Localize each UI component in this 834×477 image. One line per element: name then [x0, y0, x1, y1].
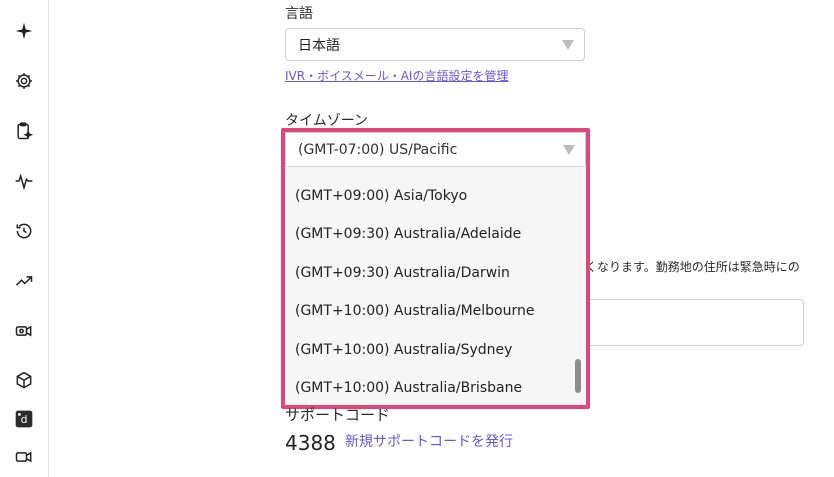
video-settings-icon[interactable]: [12, 319, 36, 343]
dropdown-scrollbar[interactable]: [575, 359, 581, 393]
chevron-down-icon: [562, 39, 574, 50]
address-input[interactable]: [586, 299, 804, 346]
language-select[interactable]: 日本語: [285, 28, 585, 61]
pulse-activity-icon[interactable]: [12, 169, 36, 193]
timezone-option[interactable]: (GMT+09:30) Australia/Adelaide: [295, 226, 521, 242]
timezone-select[interactable]: (GMT-07:00) US/Pacific: [285, 132, 586, 166]
timezone-selected-value: (GMT-07:00) US/Pacific: [298, 141, 458, 158]
trending-up-icon[interactable]: [12, 269, 36, 293]
clipboard-sparkle-icon[interactable]: [12, 119, 36, 143]
cube-icon[interactable]: [12, 369, 36, 393]
new-support-code-link[interactable]: 新規サポートコードを発行: [345, 431, 513, 451]
history-icon[interactable]: [12, 219, 36, 243]
language-label: 言語: [285, 6, 313, 22]
settings-gear-icon[interactable]: [12, 69, 36, 93]
manage-language-settings-link[interactable]: IVR・ボイスメール・AIの言語設定を管理: [285, 67, 508, 84]
timezone-option[interactable]: (GMT+10:00) Australia/Sydney: [295, 342, 512, 358]
timezone-option[interactable]: (GMT+10:00) Australia/Melbourne: [295, 303, 534, 319]
svg-text:d: d: [21, 413, 28, 426]
d-app-icon[interactable]: d: [12, 407, 36, 431]
support-code-label: サポートコード: [285, 406, 391, 424]
timezone-label: タイムゾーン: [285, 113, 369, 129]
left-icon-rail: d: [0, 0, 49, 477]
timezone-option[interactable]: (GMT+09:30) Australia/Darwin: [295, 265, 510, 281]
video-camera-icon[interactable]: [12, 445, 36, 469]
timezone-option[interactable]: (GMT+10:00) Australia/Brisbane: [295, 380, 522, 396]
ai-sparkle-icon[interactable]: [12, 19, 36, 43]
address-notice-text: くなります。勤務地の住所は緊急時にの: [585, 260, 800, 274]
support-code-value: 4388: [285, 431, 336, 455]
language-selected-value: 日本語: [298, 37, 340, 54]
chevron-down-icon: [563, 144, 575, 155]
timezone-option[interactable]: (GMT+09:00) Asia/Tokyo: [295, 188, 467, 204]
timezone-options-list[interactable]: (GMT+09:00) Asia/Tokyo (GMT+09:30) Austr…: [285, 166, 585, 406]
